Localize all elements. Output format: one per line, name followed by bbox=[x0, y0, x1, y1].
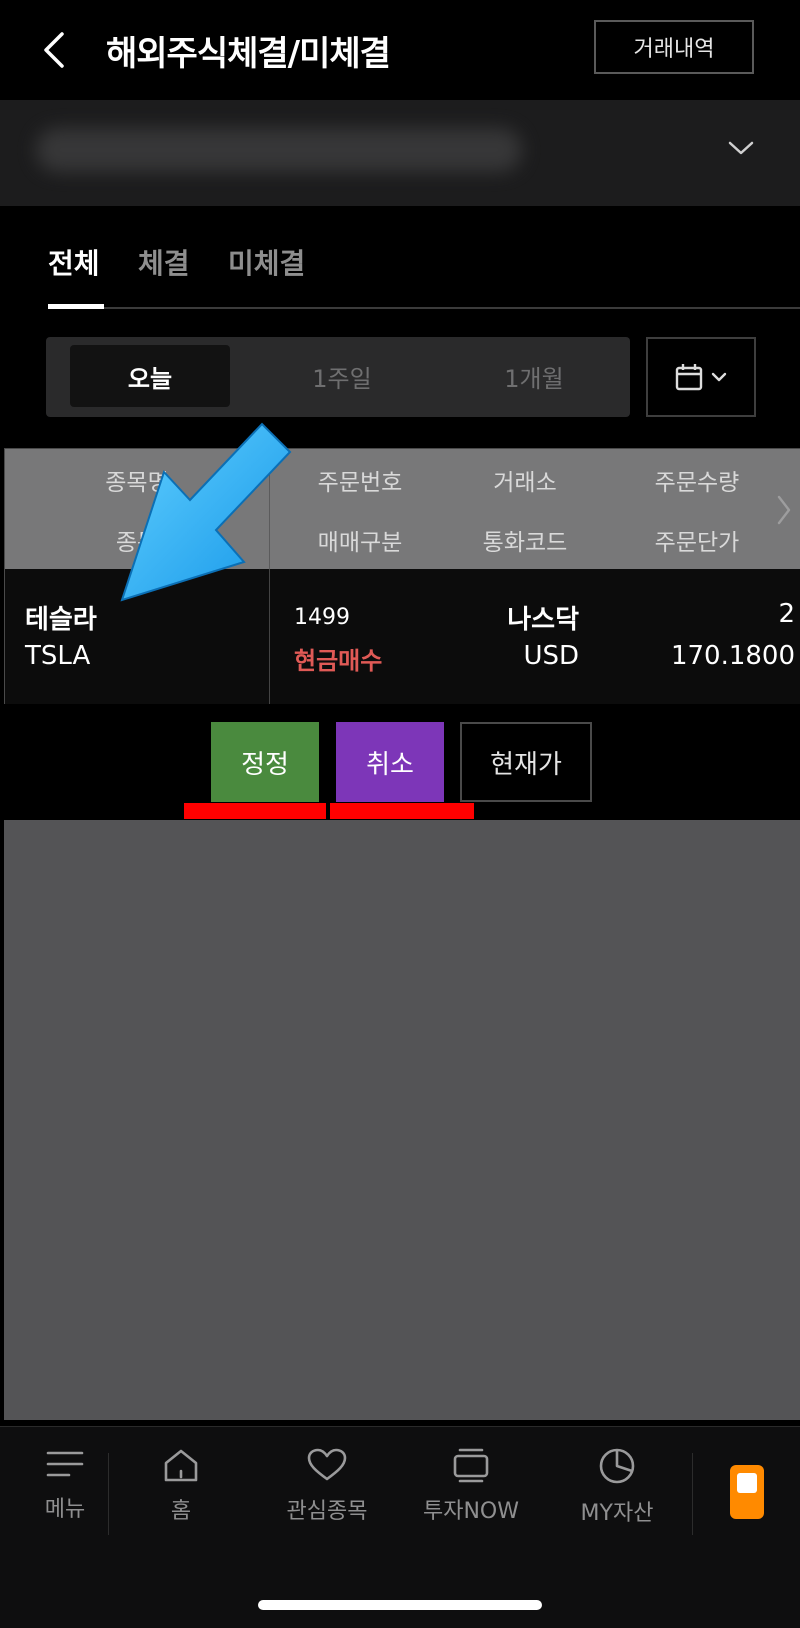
trade-side: 현금매수 bbox=[294, 647, 383, 675]
table-row[interactable]: 테슬라 TSLA 1499 현금매수 나스닥 USD 2 170.1800 bbox=[5, 569, 800, 704]
nav-invest-now[interactable]: 투자NOW bbox=[406, 1447, 536, 1547]
nav-watchlist[interactable]: 관심종목 bbox=[262, 1447, 392, 1547]
orders-table: 종목명 종목 주문번호 매매구분 거래소 통화코드 주문수량 주문단가 테슬라 … bbox=[4, 448, 800, 704]
home-icon bbox=[164, 1449, 198, 1482]
header-order-no: 주문번호 bbox=[317, 470, 403, 496]
chevron-down-icon[interactable] bbox=[726, 138, 756, 158]
tab-all[interactable]: 전체 bbox=[48, 242, 100, 282]
content-area bbox=[4, 820, 800, 1420]
highlight-mark bbox=[330, 803, 474, 819]
calendar-button[interactable] bbox=[646, 337, 756, 417]
nav-home[interactable]: 홈 bbox=[116, 1447, 246, 1547]
order-price: 170.1800 bbox=[670, 641, 795, 671]
highlight-mark bbox=[184, 803, 326, 819]
home-indicator bbox=[258, 1600, 542, 1610]
nav-watchlist-label: 관심종목 bbox=[286, 1499, 368, 1524]
tab-divider bbox=[48, 307, 800, 309]
account-number-blurred bbox=[36, 128, 522, 172]
tab-active-indicator bbox=[48, 304, 104, 309]
order-quantity: 2 bbox=[778, 599, 795, 629]
table-header: 종목명 종목 주문번호 매매구분 거래소 통화코드 주문수량 주문단가 bbox=[5, 449, 800, 569]
column-divider bbox=[269, 449, 270, 569]
pie-chart-icon bbox=[599, 1448, 635, 1484]
stock-ticker: TSLA bbox=[25, 641, 91, 671]
nav-home-label: 홈 bbox=[170, 1499, 192, 1524]
chevron-right-icon[interactable] bbox=[775, 493, 793, 527]
exchange-value: 나스닥 bbox=[507, 605, 579, 635]
column-divider bbox=[269, 569, 270, 704]
stack-icon bbox=[453, 1448, 489, 1483]
edit-order-button[interactable]: 정정 bbox=[211, 722, 319, 802]
header-trade-type: 매매구분 bbox=[317, 530, 403, 556]
period-month[interactable]: 1개월 bbox=[454, 345, 614, 407]
currency-value: USD bbox=[523, 641, 579, 671]
order-number: 1499 bbox=[294, 605, 350, 630]
header-stock-name: 종목명 bbox=[105, 470, 169, 496]
history-button[interactable]: 거래내역 bbox=[594, 20, 754, 74]
page-title: 해외주식체결/미체결 bbox=[106, 34, 391, 74]
nav-invest-now-label: 투자NOW bbox=[422, 1499, 519, 1524]
heart-icon bbox=[307, 1448, 347, 1481]
tab-bar: 전체 체결 미체결 bbox=[0, 230, 800, 312]
nav-menu[interactable]: 메뉴 bbox=[0, 1447, 130, 1547]
back-icon[interactable] bbox=[38, 28, 74, 72]
phone-icon[interactable] bbox=[730, 1465, 764, 1519]
nav-divider bbox=[108, 1453, 109, 1535]
chevron-down-icon bbox=[711, 372, 727, 382]
period-selector: 오늘 1주일 1개월 bbox=[46, 337, 630, 417]
bottom-navigation: 메뉴 홈 관심종목 투자NOW MY자산 bbox=[0, 1426, 800, 1628]
period-today[interactable]: 오늘 bbox=[70, 345, 230, 407]
tab-filled[interactable]: 체결 bbox=[138, 242, 190, 282]
period-week[interactable]: 1주일 bbox=[262, 345, 422, 407]
nav-divider bbox=[692, 1453, 693, 1535]
tab-unfilled[interactable]: 미체결 bbox=[228, 242, 305, 282]
calendar-icon bbox=[675, 364, 703, 391]
menu-icon bbox=[46, 1451, 84, 1477]
app-header: 해외주식체결/미체결 거래내역 bbox=[0, 0, 800, 100]
header-order-price: 주문단가 bbox=[654, 530, 740, 556]
stock-name: 테슬라 bbox=[25, 605, 97, 635]
nav-menu-label: 메뉴 bbox=[44, 1497, 86, 1522]
nav-my-assets[interactable]: MY자산 bbox=[552, 1447, 682, 1547]
header-exchange: 거래소 bbox=[493, 470, 557, 496]
header-currency: 통화코드 bbox=[482, 530, 568, 556]
cancel-order-button[interactable]: 취소 bbox=[336, 722, 444, 802]
current-price-button[interactable]: 현재가 bbox=[460, 722, 592, 802]
header-stock-code: 종목 bbox=[115, 530, 159, 556]
header-order-qty: 주문수량 bbox=[654, 470, 740, 496]
nav-my-assets-label: MY자산 bbox=[580, 1501, 654, 1526]
account-selector[interactable] bbox=[0, 100, 800, 206]
